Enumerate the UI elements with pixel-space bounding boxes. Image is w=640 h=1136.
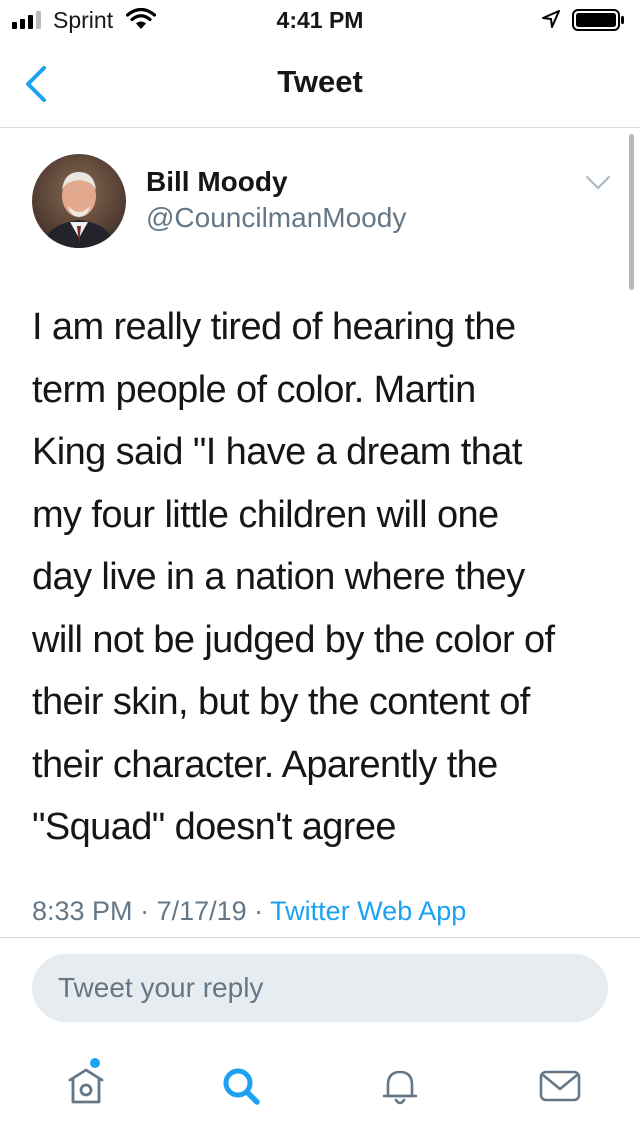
avatar[interactable] bbox=[32, 154, 126, 248]
tweet-metadata: 8:33 PM · 7/17/19 · Twitter Web App bbox=[32, 896, 466, 927]
tweet-detail-screen: Sprint 4:41 PM Tweet Bill Moody @Council… bbox=[0, 0, 640, 1136]
battery-icon bbox=[572, 9, 624, 31]
reply-input[interactable]: Tweet your reply bbox=[32, 954, 608, 1022]
scrollbar[interactable] bbox=[629, 134, 634, 290]
chevron-down-icon[interactable] bbox=[585, 174, 611, 192]
tweet-date: 7/17/19 bbox=[156, 896, 247, 926]
tab-notifications[interactable] bbox=[372, 1058, 428, 1114]
page-title: Tweet bbox=[277, 64, 363, 99]
tab-messages[interactable] bbox=[532, 1058, 588, 1114]
author-handle[interactable]: @CouncilmanMoody bbox=[146, 202, 406, 234]
tweet-source-link[interactable]: Twitter Web App bbox=[270, 896, 466, 926]
meta-separator: · bbox=[132, 896, 157, 926]
tab-home[interactable] bbox=[58, 1058, 114, 1114]
profile-photo bbox=[32, 154, 126, 248]
meta-separator: · bbox=[246, 896, 271, 926]
navigation-bar: Tweet bbox=[0, 40, 640, 128]
bell-icon bbox=[382, 1070, 418, 1105]
tweet-text: I am really tired of hearing the term pe… bbox=[32, 306, 555, 848]
tab-search[interactable] bbox=[213, 1058, 269, 1114]
divider bbox=[0, 937, 640, 938]
tweet-time: 8:33 PM bbox=[32, 896, 133, 926]
author-display-name[interactable]: Bill Moody bbox=[146, 166, 288, 198]
search-icon bbox=[223, 1068, 260, 1105]
notification-dot bbox=[90, 1058, 100, 1068]
status-bar: Sprint 4:41 PM bbox=[0, 0, 640, 40]
location-arrow-icon bbox=[542, 10, 560, 28]
mail-icon bbox=[539, 1070, 581, 1102]
home-icon bbox=[68, 1058, 104, 1104]
reply-placeholder: Tweet your reply bbox=[58, 972, 264, 1003]
